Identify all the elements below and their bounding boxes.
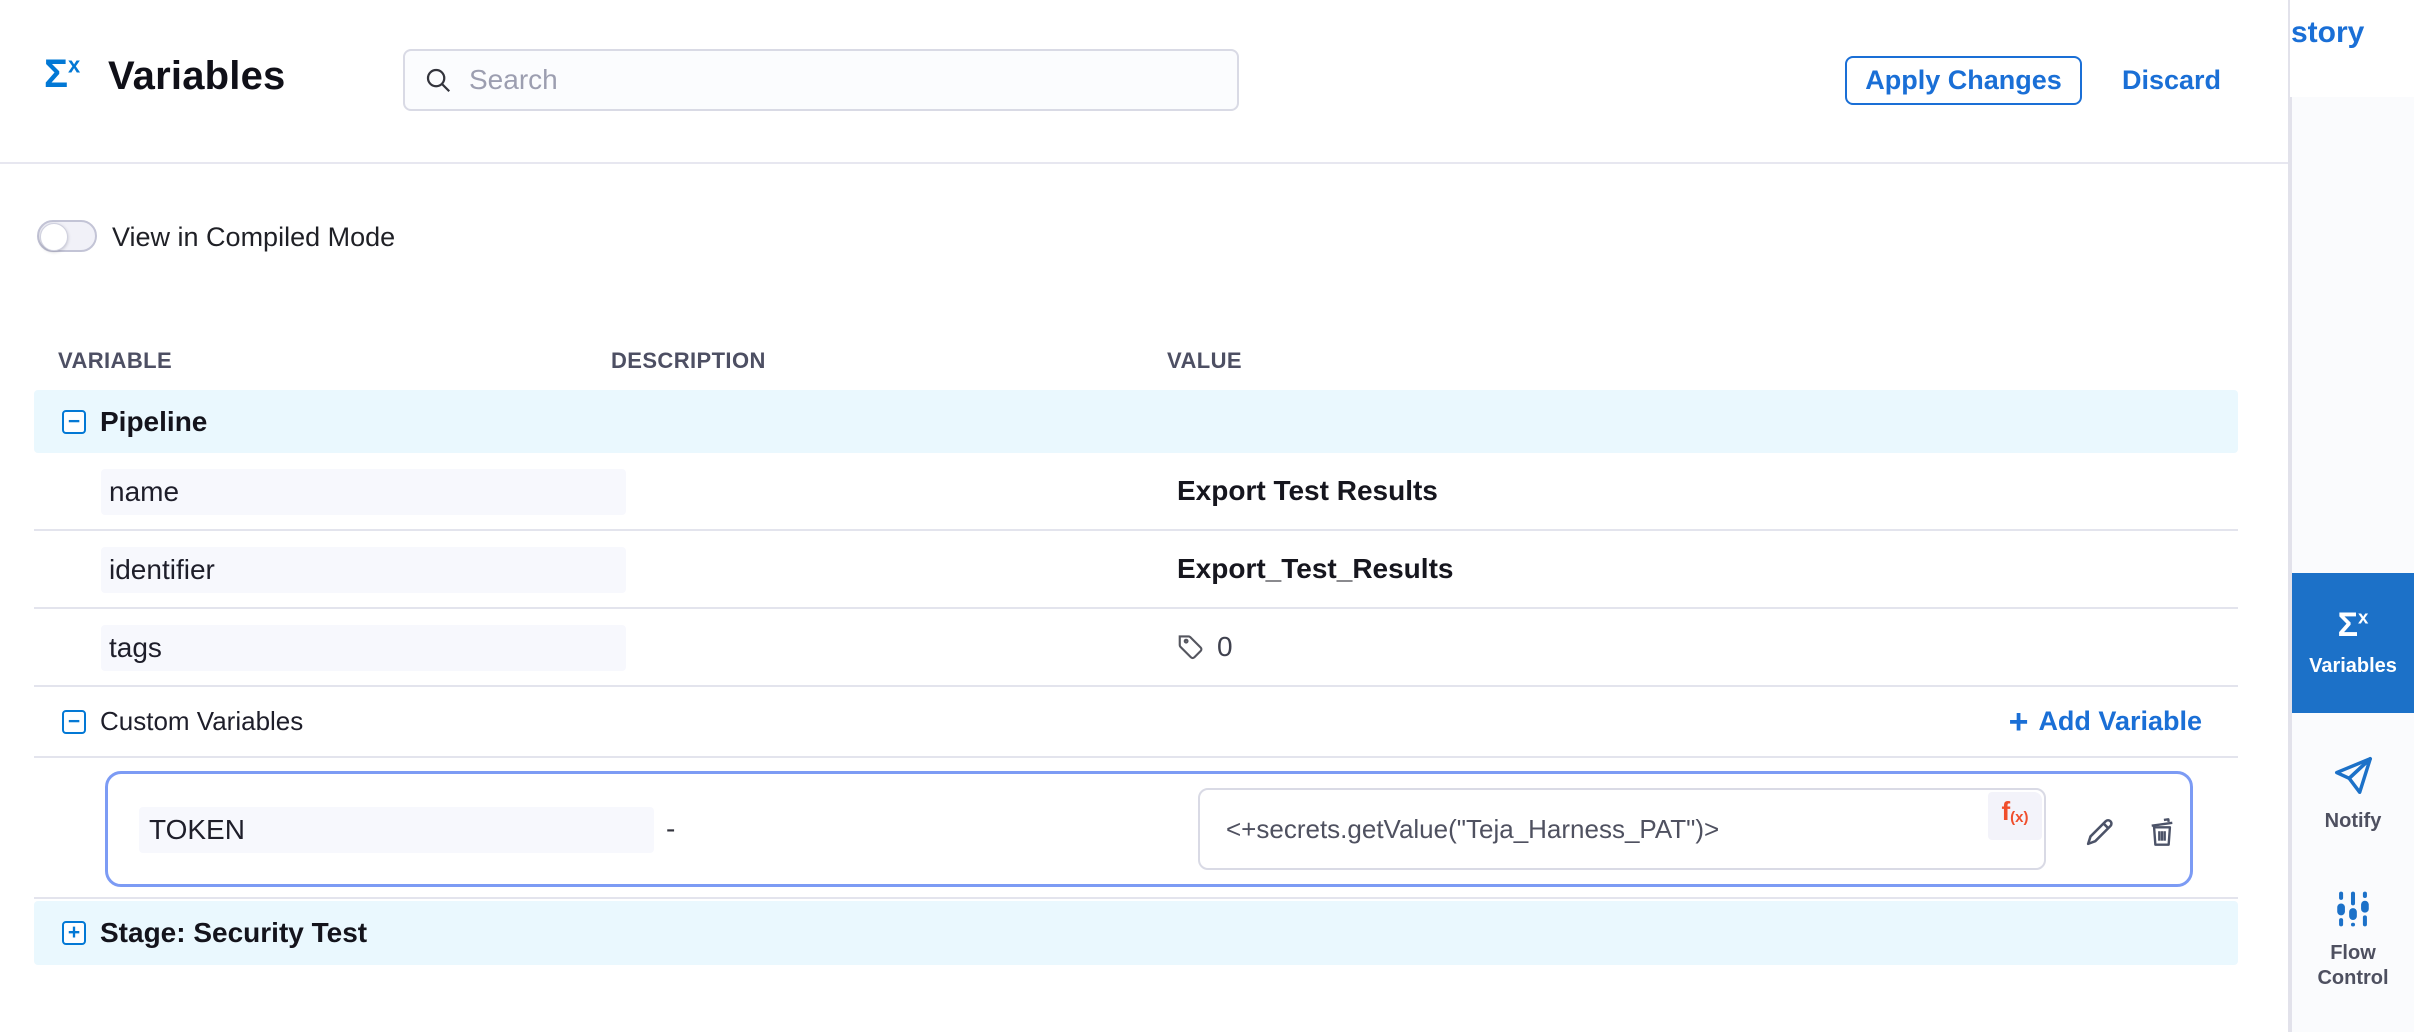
section-label-custom-variables: Custom Variables bbox=[100, 706, 303, 737]
collapse-icon-custom-variables[interactable]: − bbox=[62, 710, 86, 734]
variable-name-chip[interactable]: TOKEN bbox=[139, 807, 654, 853]
sidebar-tab-variables[interactable]: Σx Variables bbox=[2292, 573, 2414, 713]
sigma-icon: Σx bbox=[44, 54, 80, 94]
expression-value: <+secrets.getValue("Teja_Harness_PAT")> bbox=[1226, 790, 1719, 868]
add-variable-label: Add Variable bbox=[2038, 706, 2202, 737]
variable-name-text: name bbox=[109, 476, 179, 508]
fx-sub: (x) bbox=[2010, 810, 2028, 825]
variable-description: - bbox=[666, 774, 675, 884]
apply-changes-button[interactable]: Apply Changes bbox=[1845, 56, 2082, 105]
sidebar-tab-label: Notify bbox=[2325, 809, 2382, 834]
send-icon bbox=[2330, 753, 2376, 799]
fx-f: f bbox=[2001, 798, 2010, 824]
custom-variable-row-token[interactable]: TOKEN - <+secrets.getValue("Teja_Harness… bbox=[105, 771, 2193, 887]
trash-icon bbox=[2143, 813, 2181, 851]
column-header-description: DESCRIPTION bbox=[611, 348, 766, 374]
plus-icon: + bbox=[2009, 705, 2029, 739]
delete-variable-button[interactable] bbox=[2142, 810, 2182, 854]
toggle-knob bbox=[40, 223, 68, 251]
variable-value: Export_Test_Results bbox=[1177, 531, 1453, 607]
sigma-icon: Σx bbox=[2338, 608, 2369, 642]
pencil-icon bbox=[2081, 813, 2119, 851]
sidebar-tab-flow-control[interactable]: Flow Control bbox=[2292, 869, 2414, 1009]
expand-icon-stage[interactable]: + bbox=[62, 921, 86, 945]
clipped-nav-link-history[interactable]: story bbox=[2291, 16, 2364, 50]
sidebar-tab-notify[interactable]: Notify bbox=[2292, 733, 2414, 853]
variables-drawer: Σx Variables Apply Changes Discard View … bbox=[0, 0, 2290, 1032]
section-row-pipeline: − Pipeline bbox=[34, 390, 2238, 453]
add-variable-button[interactable]: + Add Variable bbox=[2009, 687, 2202, 756]
discard-button[interactable]: Discard bbox=[2122, 65, 2221, 96]
section-label-stage: Stage: Security Test bbox=[100, 917, 367, 949]
variable-name-text: identifier bbox=[109, 554, 215, 586]
collapse-icon-pipeline[interactable]: − bbox=[62, 410, 86, 434]
variable-value: 0 bbox=[1177, 609, 1233, 685]
search-box[interactable] bbox=[403, 49, 1239, 111]
compiled-mode-label: View in Compiled Mode bbox=[112, 222, 395, 253]
table-row-name: name Export Test Results bbox=[34, 453, 2238, 531]
variable-name-text: TOKEN bbox=[149, 814, 245, 846]
section-label-pipeline: Pipeline bbox=[100, 406, 207, 438]
compiled-mode-toggle[interactable] bbox=[37, 220, 97, 252]
page-title: Variables bbox=[108, 54, 285, 99]
variable-value: Export Test Results bbox=[1177, 453, 1438, 529]
variable-name-chip[interactable]: name bbox=[101, 469, 626, 515]
variable-value-input[interactable]: <+secrets.getValue("Teja_Harness_PAT")> … bbox=[1198, 788, 2046, 870]
fx-expression-badge[interactable]: f (x) bbox=[1988, 792, 2042, 840]
sidebar-tab-label: Flow Control bbox=[2313, 941, 2393, 991]
edit-variable-button[interactable] bbox=[2080, 810, 2120, 854]
variable-name-chip[interactable]: tags bbox=[101, 625, 626, 671]
column-header-value: VALUE bbox=[1167, 348, 1242, 374]
tags-count: 0 bbox=[1217, 631, 1233, 663]
table-row-tags: tags 0 bbox=[34, 609, 2238, 687]
flow-control-icon bbox=[2331, 887, 2375, 931]
custom-variables-area: TOKEN - <+secrets.getValue("Teja_Harness… bbox=[34, 758, 2238, 899]
variable-name-chip[interactable]: identifier bbox=[101, 547, 626, 593]
variable-name-text: tags bbox=[109, 632, 162, 664]
drawer-header: Σx Variables Apply Changes Discard bbox=[0, 0, 2288, 164]
search-input[interactable] bbox=[467, 63, 1219, 97]
section-row-stage-security-test: + Stage: Security Test bbox=[34, 901, 2238, 965]
search-icon bbox=[423, 65, 453, 95]
table-row-identifier: identifier Export_Test_Results bbox=[34, 531, 2238, 609]
column-header-variable: VARIABLE bbox=[58, 348, 172, 374]
sidebar-tab-label: Variables bbox=[2309, 654, 2397, 679]
section-row-custom-variables: − Custom Variables + Add Variable bbox=[34, 687, 2238, 758]
drawer-tab-sidebar: Σx Variables Notify Flow Control bbox=[2290, 97, 2414, 1032]
tag-icon bbox=[1177, 632, 1207, 662]
